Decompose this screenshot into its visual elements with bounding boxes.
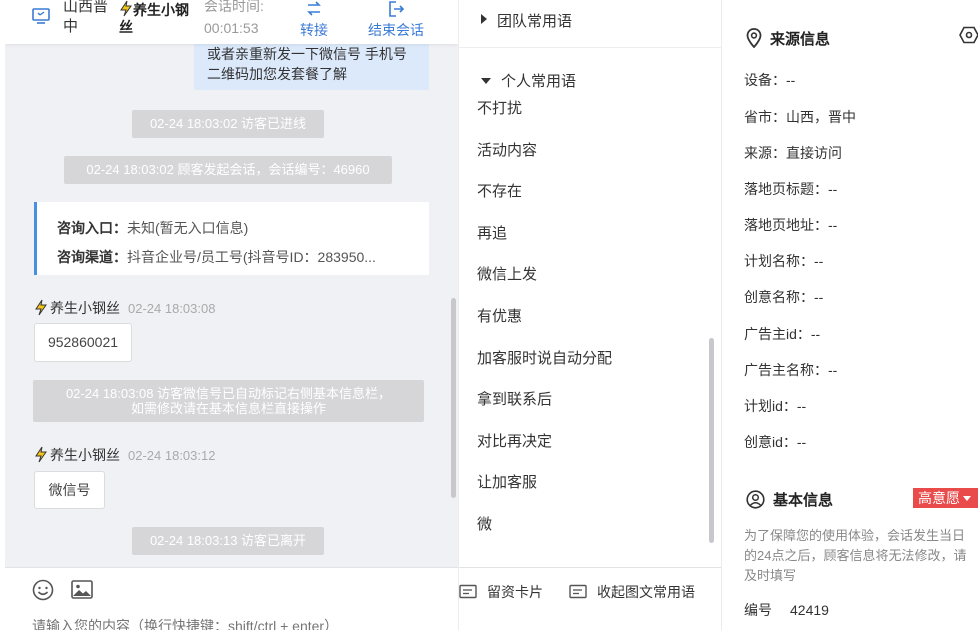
personal-phrases-label: 个人常用语	[501, 73, 577, 90]
consult-channel-label: 咨询渠道：	[57, 249, 127, 265]
settings-icon[interactable]	[959, 26, 978, 44]
incoming-message: 952860021	[34, 323, 132, 362]
end-session-label: 结束会话	[368, 22, 424, 38]
basic-info-header: 基本信息	[746, 489, 833, 510]
system-message-started: 02-24 18:03:02 顾客发起会话，会话编号：46960	[64, 156, 392, 184]
basic-info-title: 基本信息	[773, 492, 834, 509]
phrase-item[interactable]: 拿到联系后	[477, 388, 552, 409]
visitor-number-value: 42419	[790, 602, 829, 618]
team-phrases-group[interactable]: 团队常用语	[481, 10, 572, 31]
card-icon	[569, 584, 587, 599]
consult-entry-value: 未知(暂无入口信息)	[127, 220, 249, 236]
info-card-label: 留资卡片	[487, 584, 543, 600]
end-session-button[interactable]: 结束会话	[368, 0, 424, 40]
location-pin-icon	[746, 28, 762, 48]
consult-entry-label: 咨询入口：	[57, 220, 127, 236]
phrase-item[interactable]: 不存在	[477, 180, 522, 201]
lightning-icon	[35, 299, 47, 316]
message-composer	[5, 567, 458, 630]
visitor-number-label: 编号	[744, 602, 772, 618]
chat-panel: 山西晋中 养生小钢丝 会话时间: 00:01:53 转接 结束会话 或者亲重新发…	[5, 0, 458, 630]
source-field-region: 省市：山西，晋中	[744, 109, 856, 125]
phrase-item[interactable]: 微	[477, 513, 492, 534]
user-circle-icon	[746, 490, 765, 509]
source-field-advertiser-id: 广告主id：--	[744, 326, 821, 342]
intent-level-label: 高意愿	[918, 490, 960, 506]
visitor-name-block: 养生小钢丝	[119, 0, 193, 36]
caret-right-icon	[481, 14, 487, 24]
personal-phrases-group[interactable]: 个人常用语	[481, 70, 576, 91]
transfer-label: 转接	[300, 22, 328, 38]
message-timestamp: 02-24 18:03:08	[128, 301, 216, 316]
transfer-icon	[307, 1, 321, 16]
monitor-icon	[32, 8, 50, 24]
phrase-item[interactable]: 加客服时说自动分配	[477, 347, 612, 368]
source-field-creative-id: 创意id：--	[744, 434, 807, 450]
system-message-wechat: 02-24 18:03:08 访客微信号已自动标记右侧基本信息栏， 如需修改请在…	[33, 380, 424, 422]
source-field-advertiser-name: 广告主名称：--	[744, 362, 838, 378]
collapse-phrases-label: 收起图文常用语	[597, 584, 695, 600]
phrases-scrollbar[interactable]	[709, 338, 714, 543]
emoji-icon[interactable]	[31, 578, 55, 602]
system-wechat-line1: 02-24 18:03:08 访客微信号已自动标记右侧基本信息栏，	[65, 386, 392, 401]
lightning-icon	[35, 446, 47, 463]
chat-scrollbar[interactable]	[451, 298, 456, 498]
chat-header: 山西晋中 养生小钢丝 会话时间: 00:01:53 转接 结束会话	[5, 0, 458, 44]
source-field-plan-name: 计划名称：--	[744, 253, 824, 269]
system-message-entered: 02-24 18:03:02 访客已进线	[132, 110, 324, 138]
source-info-title: 来源信息	[770, 31, 831, 48]
source-field-landing-title: 落地页标题：--	[744, 181, 838, 197]
intent-level-dropdown[interactable]: 高意愿	[913, 488, 978, 508]
phrases-footer: 留资卡片 收起图文常用语	[459, 567, 721, 630]
info-card-button[interactable]: 留资卡片	[459, 582, 543, 602]
visitor-info-panel: 来源信息 设备：-- 省市：山西，晋中 来源：直接访问 落地页标题：-- 落地页…	[721, 0, 978, 630]
visitor-location: 山西晋中	[63, 0, 109, 35]
image-icon[interactable]	[70, 578, 94, 602]
consult-channel-value: 抖音企业号/员工号(抖音号ID：283950...	[127, 249, 376, 265]
consult-info-card: 咨询入口：未知(暂无入口信息) 咨询渠道：抖音企业号/员工号(抖音号ID：283…	[34, 202, 429, 275]
phrase-item[interactable]: 让加客服	[477, 471, 537, 492]
divider	[459, 47, 721, 48]
outgoing-message: 或者亲重新发一下微信号 手机号二维码加您发套餐了解	[194, 38, 429, 90]
consult-channel-row: 咨询渠道：抖音企业号/员工号(抖音号ID：283950...	[57, 243, 417, 272]
consult-entry-row: 咨询入口：未知(暂无入口信息)	[57, 214, 417, 243]
source-field-source: 来源：直接访问	[744, 145, 842, 161]
phrase-item[interactable]: 有优惠	[477, 305, 522, 326]
system-wechat-line2: 如需修改请在基本信息栏直接操作	[130, 401, 326, 416]
phrase-item[interactable]: 微信上发	[477, 263, 537, 284]
lightning-icon	[120, 0, 132, 17]
phrase-item[interactable]: 再追	[477, 222, 507, 243]
source-field-creative-name: 创意名称：--	[744, 289, 824, 305]
phrases-panel: 团队常用语 个人常用语 不打扰 活动内容 不存在 再追 微信上发 有优惠 加客服…	[458, 0, 721, 630]
visitor-number-row: 编号 42419	[744, 600, 829, 620]
source-field-landing-url: 落地页地址：--	[744, 217, 838, 233]
session-time-label: 会话时间:	[204, 0, 264, 14]
phrase-item[interactable]: 活动内容	[477, 139, 537, 160]
session-time: 00:01:53	[204, 20, 259, 36]
exit-icon	[389, 1, 405, 17]
incoming-message: 微信号	[34, 471, 105, 509]
workspace: 山西晋中 养生小钢丝 会话时间: 00:01:53 转接 结束会话 或者亲重新发…	[0, 0, 978, 630]
card-icon	[459, 584, 477, 599]
sender-name: 养生小钢丝	[50, 447, 120, 463]
team-phrases-label: 团队常用语	[497, 13, 573, 30]
system-message-left: 02-24 18:03:13 访客已离开	[132, 527, 324, 555]
message-sender: 养生小钢丝 02-24 18:03:12	[34, 445, 215, 465]
source-field-device: 设备：--	[744, 72, 796, 88]
message-timestamp: 02-24 18:03:12	[128, 448, 216, 463]
caret-down-icon	[481, 78, 491, 84]
message-input[interactable]	[32, 618, 452, 630]
phrase-item[interactable]: 对比再决定	[477, 430, 552, 451]
phrase-item[interactable]: 不打扰	[477, 97, 522, 118]
collapse-phrases-button[interactable]: 收起图文常用语	[569, 582, 695, 602]
transfer-button[interactable]: 转接	[300, 0, 328, 40]
sender-name: 养生小钢丝	[50, 300, 120, 316]
caret-down-icon	[963, 496, 971, 501]
message-sender: 养生小钢丝 02-24 18:03:08	[34, 298, 215, 318]
source-field-plan-id: 计划id：--	[744, 398, 807, 414]
source-info-header: 来源信息	[746, 28, 830, 49]
edit-notice: 为了保障您的使用体验，会话发生当日的24点之后，顾客信息将无法修改，请及时填写	[744, 528, 967, 583]
